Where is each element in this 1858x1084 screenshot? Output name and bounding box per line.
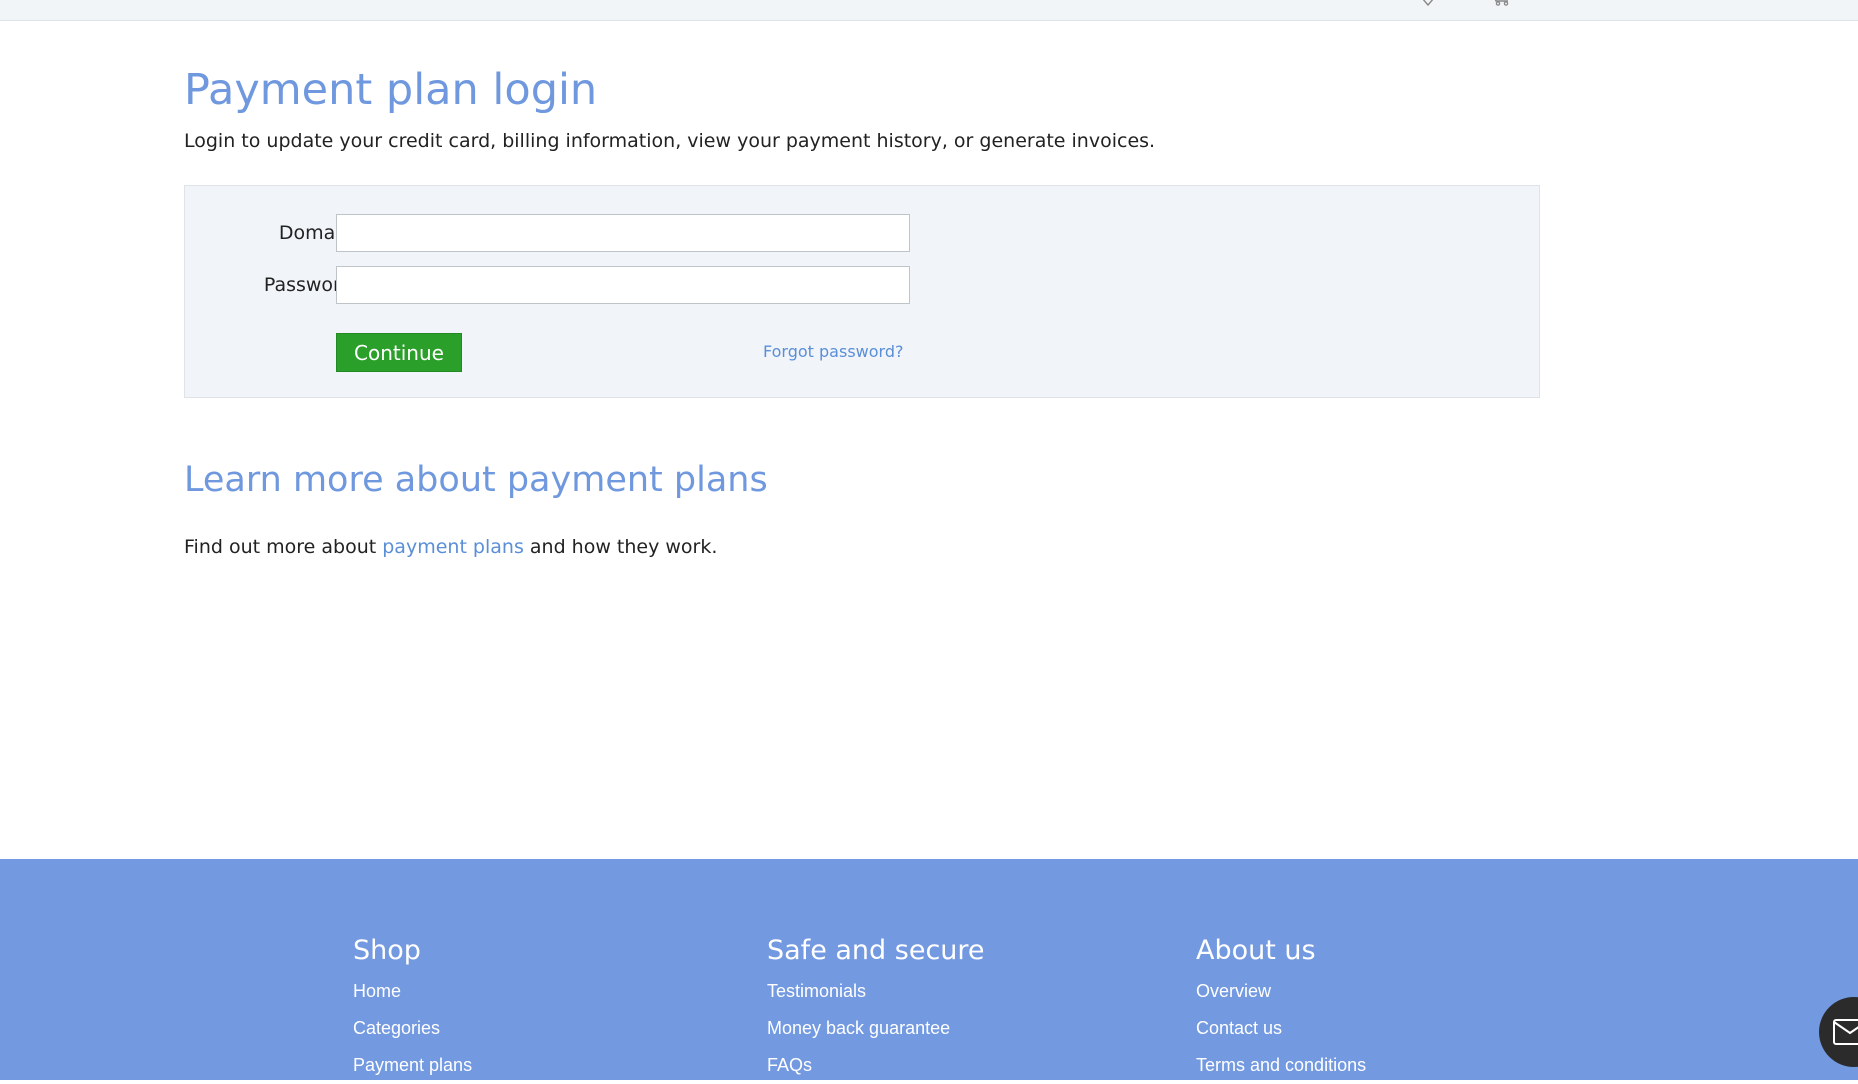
footer: Shop Home Categories Payment plans Safe … [0,859,1858,1080]
footer-heading-about-us: About us [1196,935,1316,966]
intro-text: Login to update your credit card, billin… [184,130,1156,152]
cart-icon[interactable] [1490,0,1512,6]
footer-link-money-back-guarantee[interactable]: Money back guarantee [767,1018,950,1038]
password-input[interactable] [336,266,910,304]
footer-heading-safe-and-secure: Safe and secure [767,935,985,966]
heart-icon[interactable] [1420,0,1436,6]
forgot-password-link[interactable]: Forgot password? [763,342,903,361]
footer-column-safe-and-secure: Safe and secure Testimonials Money back … [767,933,985,1084]
learn-more-text: Find out more about payment plans and ho… [184,536,717,558]
learn-more-heading: Learn more about payment plans [184,460,768,500]
payment-plans-link[interactable]: payment plans [382,536,524,558]
envelope-icon [1833,1019,1858,1045]
password-row: Password: [185,266,925,306]
page-title: Payment plan login [184,65,598,115]
footer-link-testimonials[interactable]: Testimonials [767,981,866,1001]
domain-input[interactable] [336,214,910,252]
login-form: Domain: Password: Continue Forgot passwo… [184,185,1540,398]
footer-link-faqs[interactable]: FAQs [767,1055,812,1075]
footer-link-home[interactable]: Home [353,981,401,1001]
learn-more-text-before: Find out more about [184,536,383,558]
footer-column-about-us: About us Overview Contact us Terms and c… [1196,933,1366,1084]
footer-link-overview[interactable]: Overview [1196,981,1271,1001]
footer-link-categories[interactable]: Categories [353,1018,440,1038]
main-content: Payment plan login Login to update your … [184,60,1542,558]
learn-more-text-after: and how they work. [523,536,718,558]
footer-link-payment-plans[interactable]: Payment plans [353,1055,472,1075]
domain-row: Domain: [185,214,925,254]
footer-link-terms-and-conditions[interactable]: Terms and conditions [1196,1055,1366,1075]
continue-button[interactable]: Continue [336,333,462,372]
footer-column-shop: Shop Home Categories Payment plans [353,933,472,1084]
footer-link-contact-us[interactable]: Contact us [1196,1018,1282,1038]
footer-heading-shop: Shop [353,935,421,966]
top-navigation-bar [0,0,1858,21]
